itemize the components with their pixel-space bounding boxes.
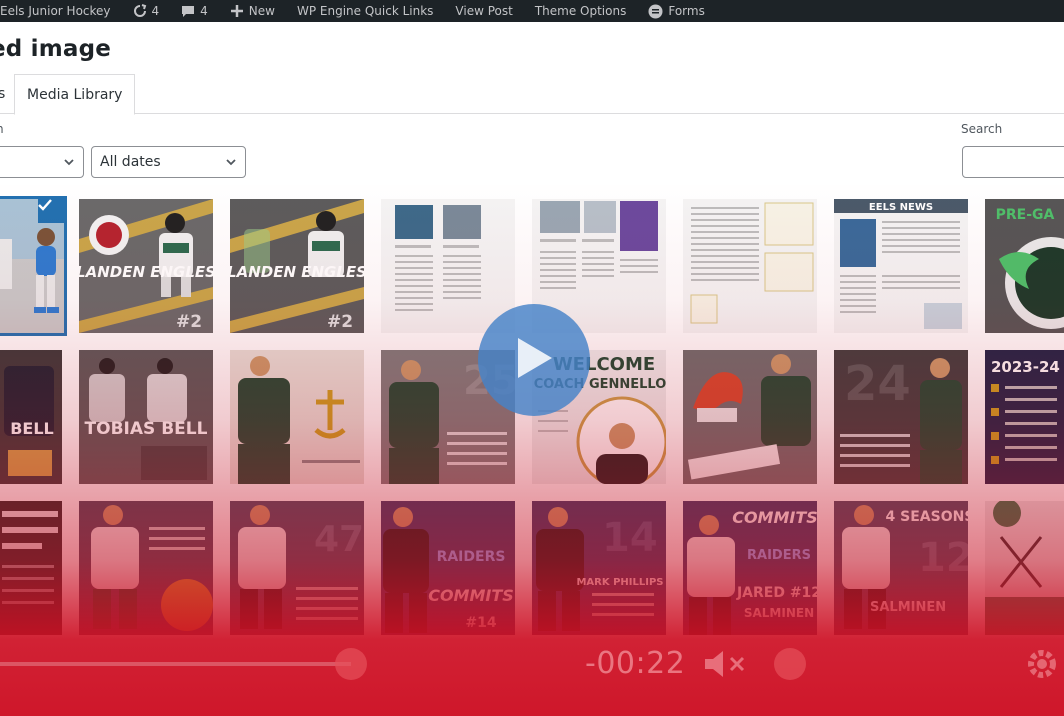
- tile-text: RAIDERS: [437, 549, 506, 565]
- admin-bar-site-name[interactable]: Eels Junior Hockey: [0, 4, 111, 18]
- tile-text: COMMITS: [732, 508, 817, 527]
- tile-text: #2: [176, 312, 202, 332]
- media-tile[interactable]: 14 MARK PHILLIPS: [532, 501, 666, 635]
- tile-text: #14: [465, 615, 496, 631]
- mute-icon: [703, 651, 747, 684]
- admin-bar-quick-links[interactable]: WP Engine Quick Links: [297, 4, 433, 18]
- comments-count: 4: [200, 4, 208, 18]
- svg-text:14: 14: [602, 515, 658, 561]
- tile-text: #2: [327, 312, 353, 332]
- media-tile[interactable]: LANDEN ENGLES #2: [230, 199, 364, 333]
- tile-text: LANDEN ENGLES: [230, 263, 364, 281]
- media-tile[interactable]: [0, 501, 62, 635]
- media-tile[interactable]: EELS NEWS: [834, 199, 968, 333]
- media-tile[interactable]: RAIDERS COMMITS #14: [381, 501, 515, 635]
- tile-text: RAIDERS: [747, 548, 811, 563]
- refresh-icon: [133, 4, 147, 18]
- media-tile[interactable]: LANDEN ENGLES #2: [79, 199, 213, 333]
- media-type-filter[interactable]: [0, 146, 84, 178]
- tab-media-library[interactable]: Media Library: [14, 74, 136, 115]
- settings-button[interactable]: [1024, 646, 1060, 686]
- time-remaining: -00:22: [585, 646, 686, 681]
- tile-text: SALMINEN: [744, 606, 814, 620]
- media-tabs: s Media Library: [0, 74, 1064, 115]
- tile-text: 2023-24: [991, 358, 1060, 376]
- search-input[interactable]: [962, 146, 1064, 178]
- filter-label: n: [0, 122, 4, 136]
- svg-text:12: 12: [918, 535, 968, 581]
- media-tile[interactable]: 47: [230, 501, 364, 635]
- tile-text: 4 SEASONS: [886, 509, 968, 525]
- mute-button[interactable]: [703, 648, 747, 684]
- media-tile[interactable]: 2023-24: [985, 350, 1064, 484]
- media-tile[interactable]: [683, 350, 817, 484]
- media-tile[interactable]: [683, 199, 817, 333]
- tile-text: LANDEN ENGLES: [79, 263, 213, 281]
- search-label: Search: [961, 122, 1003, 136]
- volume-knob[interactable]: [774, 648, 806, 680]
- media-tile[interactable]: PRE-GA: [985, 199, 1064, 333]
- new-label: New: [248, 4, 275, 18]
- tile-text: PRE-GA: [996, 207, 1055, 223]
- play-icon: [512, 334, 556, 386]
- svg-text:24: 24: [844, 356, 911, 412]
- checkmark-icon[interactable]: [38, 199, 64, 223]
- tile-text: SALMINEN: [870, 600, 946, 615]
- tile-text: JARED #12: [736, 585, 817, 601]
- admin-bar-new[interactable]: New: [230, 4, 275, 18]
- media-tile[interactable]: TOBIAS BELL: [79, 350, 213, 484]
- admin-bar-forms[interactable]: Forms: [648, 4, 705, 19]
- play-button[interactable]: [478, 304, 590, 416]
- tile-text: TOBIAS BELL: [85, 419, 208, 439]
- svg-text:47: 47: [314, 519, 364, 560]
- updates-count: 4: [151, 4, 160, 18]
- media-tile[interactable]: [79, 501, 213, 635]
- plus-icon: [230, 4, 244, 18]
- progress-bar[interactable]: [0, 662, 351, 666]
- modal-title: ed image: [0, 36, 112, 62]
- date-filter[interactable]: All dates: [91, 146, 246, 178]
- gear-icon: [1024, 650, 1060, 686]
- media-tile[interactable]: [381, 199, 515, 333]
- media-tile[interactable]: [0, 196, 67, 336]
- admin-bar-theme-options[interactable]: Theme Options: [535, 4, 627, 18]
- admin-bar: Eels Junior Hockey 4 4 New WP Engine Qui…: [0, 0, 1064, 22]
- tile-text: COMMITS: [428, 586, 514, 605]
- date-filter-value: All dates: [100, 154, 161, 170]
- tile-text: EELS NEWS: [869, 202, 933, 213]
- media-tile[interactable]: 24: [834, 350, 968, 484]
- media-tile[interactable]: 4 SEASONS 12 SALMINEN: [834, 501, 968, 635]
- tile-text: MARK PHILLIPS: [576, 577, 663, 588]
- video-controls: -00:22: [0, 632, 1064, 696]
- screen: Eels Junior Hockey 4 4 New WP Engine Qui…: [0, 0, 1064, 716]
- tab-upload-files[interactable]: s: [0, 74, 5, 114]
- admin-bar-updates[interactable]: 4: [133, 4, 160, 18]
- media-tile[interactable]: [230, 350, 364, 484]
- media-tile[interactable]: COMMITS RAIDERS JARED #12 SALMINEN: [683, 501, 817, 635]
- chevron-down-icon: [63, 156, 75, 172]
- progress-scrubber[interactable]: [335, 648, 367, 680]
- admin-bar-comments[interactable]: 4: [181, 4, 208, 18]
- chevron-down-icon: [225, 156, 237, 172]
- forms-label: Forms: [668, 4, 705, 18]
- forms-icon: [648, 4, 663, 19]
- comment-icon: [181, 4, 195, 18]
- media-tile[interactable]: [985, 501, 1064, 635]
- media-tile[interactable]: BELL: [0, 350, 62, 484]
- tile-text: BELL: [10, 419, 54, 438]
- admin-bar-view-post[interactable]: View Post: [455, 4, 512, 18]
